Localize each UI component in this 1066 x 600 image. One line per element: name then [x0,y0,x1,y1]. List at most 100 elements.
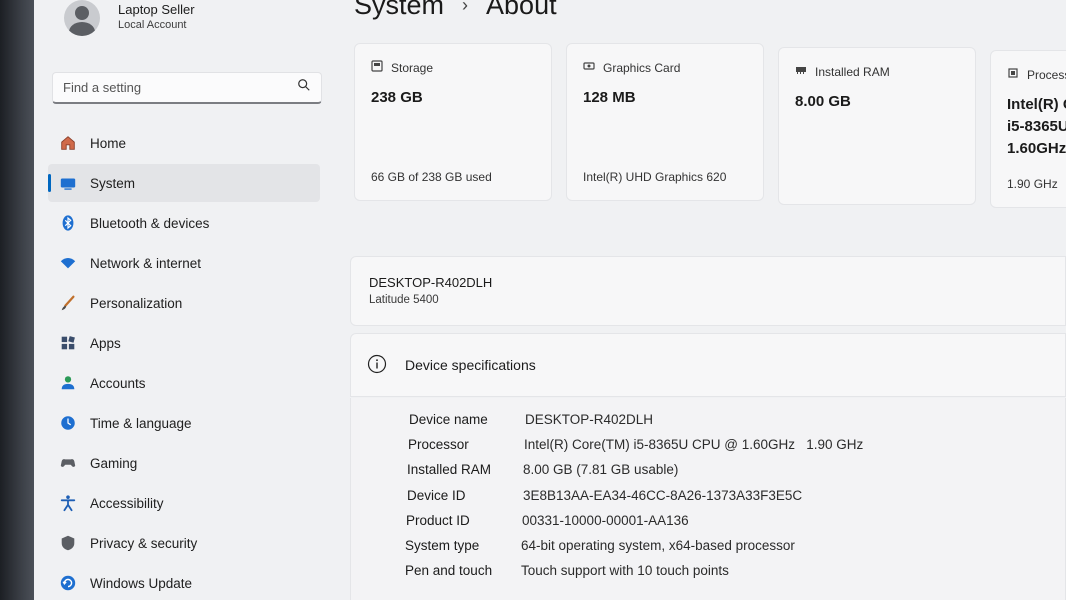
device-name: DESKTOP-R402DLH [369,275,493,290]
sidebar-item-label: Apps [90,335,121,351]
spec-label: Product ID [406,513,470,528]
processor-card[interactable]: Processor Intel(R) C i5-8365U 1.60GHz 1.… [990,50,1066,208]
device-specifications-header[interactable]: Device specifications [350,333,1066,397]
sidebar-item-system[interactable]: System [48,164,320,202]
sidebar-item-label: Accessibility [90,495,164,511]
spec-value: 64-bit operating system, x64-based proce… [521,538,795,553]
main-content: System › About Storage 238 GB 66 GB of 2… [350,0,1066,600]
sidebar-item-personalization[interactable]: Personalization [48,284,320,322]
sidebar-item-home[interactable]: Home [48,124,320,162]
breadcrumb: System › About [354,0,557,21]
processor-value-line: 1.60GHz [1007,140,1066,157]
sidebar: Laptop Seller Local Account Find a setti… [34,0,334,600]
sidebar-item-bluetooth[interactable]: Bluetooth & devices [48,204,320,242]
sidebar-item-label: Personalization [90,295,183,311]
spec-label: System type [405,538,480,553]
sidebar-item-label: Time & language [90,415,192,431]
ram-card[interactable]: Installed RAM 8.00 GB [778,47,976,205]
sidebar-item-label: System [90,175,136,191]
wifi-icon [58,253,78,273]
sidebar-item-windows-update[interactable]: Windows Update [48,564,320,600]
sidebar-item-apps[interactable]: Apps [48,324,320,362]
storage-title: Storage [391,60,434,75]
spec-label: Device ID [407,488,466,503]
storage-value: 238 GB [371,89,423,106]
storage-icon [371,60,391,75]
breadcrumb-separator: › [462,0,469,15]
gamepad-icon [58,453,78,473]
sidebar-item-time-language[interactable]: Time & language [48,404,320,442]
sidebar-item-label: Windows Update [90,575,193,591]
nav-list: Home System Bluetooth & devices Network … [48,124,320,600]
spec-value: 00331-10000-00001-AA136 [522,513,689,528]
shield-icon [58,533,78,553]
accessibility-icon [58,493,78,513]
sidebar-item-label: Gaming [90,455,138,471]
settings-window: Laptop Seller Local Account Find a setti… [34,0,1066,600]
search-placeholder: Find a setting [63,80,142,95]
sidebar-item-label: Accounts [90,375,146,391]
sidebar-item-gaming[interactable]: Gaming [48,444,320,482]
spec-value: 3E8B13AA-EA34-46CC-8A26-1373A33F3E5C [523,488,803,503]
spec-value: Intel(R) Core(TM) i5-8365U CPU @ 1.60GHz… [524,437,864,452]
spec-label: Pen and touch [405,563,493,578]
graphics-title: Graphics Card [603,60,681,75]
sidebar-item-accessibility[interactable]: Accessibility [48,484,320,522]
spec-row-system-type: System type 64-bit operating system, x64… [405,538,795,553]
ram-icon [795,64,815,79]
spec-row-processor: Processor Intel(R) Core(TM) i5-8365U CPU… [408,437,863,452]
search-icon[interactable] [297,78,311,97]
spec-value: Touch support with 10 touch points [521,563,729,578]
profile-name: Laptop Seller [118,1,195,17]
processor-title: Processor [1027,67,1066,82]
spec-label: Installed RAM [407,462,492,477]
ram-title: Installed RAM [815,64,890,79]
spec-value: DESKTOP-R402DLH [525,412,654,427]
ram-value: 8.00 GB [795,93,851,110]
update-icon [58,573,78,593]
sidebar-item-label: Network & internet [90,255,202,271]
spec-label: Processor [408,437,469,452]
spec-row-product-id: Product ID 00331-10000-00001-AA136 [406,513,689,528]
processor-icon [1007,67,1027,82]
spec-label: Device name [409,412,488,427]
accounts-icon [58,373,78,393]
processor-value-line: Intel(R) C [1007,96,1066,113]
sidebar-item-label: Privacy & security [90,535,198,551]
sidebar-item-accounts[interactable]: Accounts [48,364,320,402]
avatar [64,0,100,36]
user-profile[interactable]: Laptop Seller Local Account [64,0,195,44]
spec-row-device-name: Device name DESKTOP-R402DLH [409,412,653,427]
spec-row-device-id: Device ID 3E8B13AA-EA34-46CC-8A26-1373A3… [407,488,802,503]
device-model: Latitude 5400 [369,294,439,306]
spec-row-installed-ram: Installed RAM 8.00 GB (7.81 GB usable) [407,462,678,477]
bluetooth-icon [58,213,78,233]
page-title: About [486,0,557,20]
spec-value: 8.00 GB (7.81 GB usable) [523,462,679,477]
profile-account-type: Local Account [118,18,187,31]
device-specifications-title: Device specifications [405,357,536,373]
home-icon [58,133,78,153]
graphics-detail: Intel(R) UHD Graphics 620 [583,170,727,184]
sidebar-item-privacy[interactable]: Privacy & security [48,524,320,562]
apps-icon [58,333,78,353]
search-input[interactable]: Find a setting [52,72,322,104]
sidebar-item-label: Home [90,135,127,151]
device-name-card[interactable]: DESKTOP-R402DLH Latitude 5400 [350,256,1066,326]
breadcrumb-parent[interactable]: System [354,0,444,21]
processor-value: Intel(R) C i5-8365U 1.60GHz [1007,94,1066,160]
processor-value-line: i5-8365U [1007,118,1066,135]
storage-card[interactable]: Storage 238 GB 66 GB of 238 GB used [354,43,552,201]
sidebar-item-label: Bluetooth & devices [90,215,210,231]
system-icon [58,173,78,193]
graphics-card-icon [583,60,603,75]
storage-detail: 66 GB of 238 GB used [371,170,492,184]
globe-clock-icon [58,413,78,433]
spec-row-pen-touch: Pen and touch Touch support with 10 touc… [405,563,729,578]
processor-detail: 1.90 GHz [1007,177,1058,191]
graphics-card[interactable]: Graphics Card 128 MB Intel(R) UHD Graphi… [566,43,764,201]
sidebar-item-network[interactable]: Network & internet [48,244,320,282]
info-icon [367,354,405,377]
graphics-value: 128 MB [583,89,636,106]
brush-icon [58,293,78,313]
